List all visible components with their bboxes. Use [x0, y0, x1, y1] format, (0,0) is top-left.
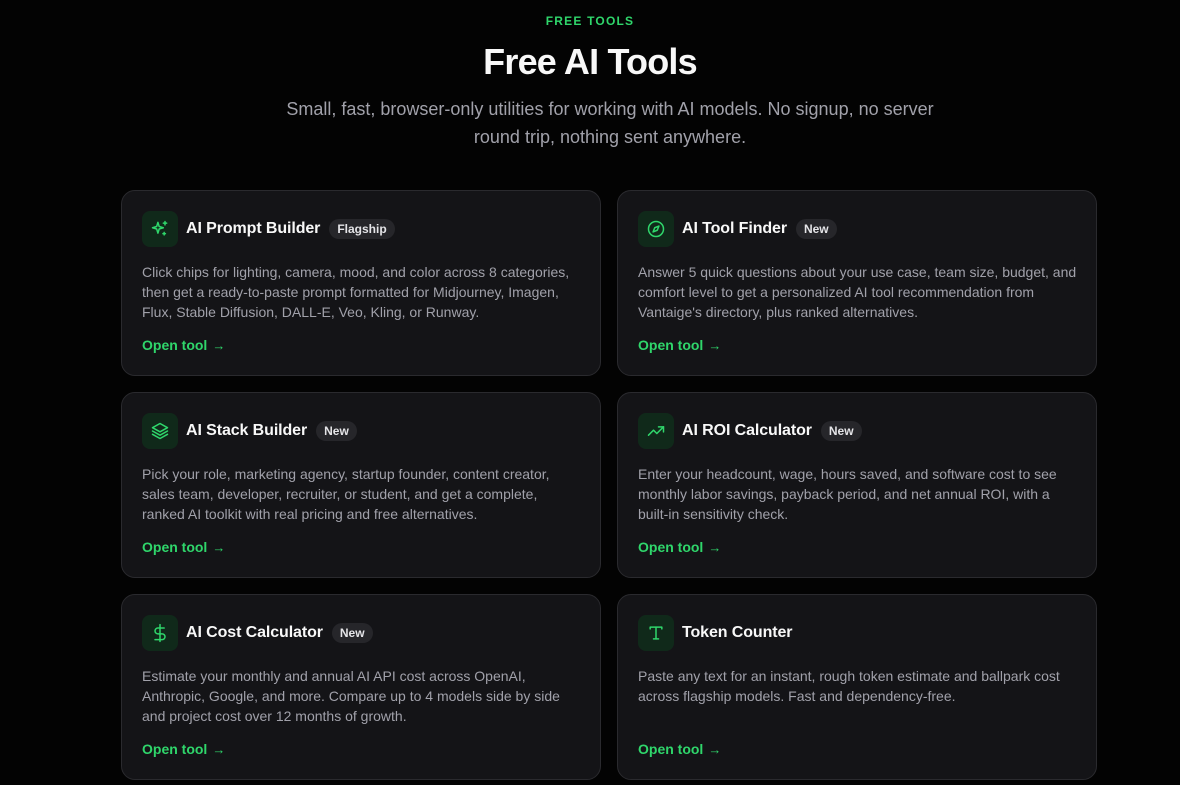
open-tool-link[interactable]: Open tool → [638, 539, 721, 555]
flagship-badge: Flagship [329, 219, 395, 239]
arrow-right-icon: → [708, 337, 722, 353]
open-tool-label: Open tool [142, 539, 208, 555]
open-tool-link[interactable]: Open tool → [638, 741, 721, 757]
open-tool-label: Open tool [142, 741, 208, 757]
card-header: Token Counter [638, 615, 1076, 651]
arrow-right-icon: → [708, 539, 722, 555]
card-description: Answer 5 quick questions about your use … [638, 264, 1077, 320]
card-title: AI Prompt Builder [186, 220, 321, 237]
arrow-right-icon: → [212, 741, 226, 757]
tool-card-token-counter[interactable]: Token Counter Paste any text for an inst… [617, 594, 1097, 780]
arrow-right-icon: → [212, 539, 226, 555]
eyebrow-label: FREE TOOLS [545, 14, 635, 28]
open-tool-link[interactable]: Open tool → [142, 539, 225, 555]
page-title: Free AI Tools [483, 41, 697, 82]
card-header: AI Tool Finder New [638, 211, 1076, 247]
card-header: AI Cost Calculator New [142, 615, 580, 651]
tool-card-ai-stack-builder[interactable]: AI Stack Builder New Pick your role, mar… [121, 392, 601, 578]
card-header: AI Prompt Builder Flagship [142, 211, 580, 247]
open-tool-label: Open tool [638, 337, 704, 353]
card-title: Token Counter [682, 624, 793, 641]
arrow-right-icon: → [212, 337, 226, 353]
new-badge: New [331, 623, 373, 643]
card-title: AI Stack Builder [186, 422, 308, 439]
card-description: Paste any text for an instant, rough tok… [638, 668, 1060, 704]
dollar-icon [142, 615, 178, 651]
open-tool-link[interactable]: Open tool → [142, 741, 225, 757]
tools-grid: AI Prompt Builder Flagship Click chips f… [121, 190, 1097, 780]
layers-icon [142, 413, 178, 449]
card-description: Enter your headcount, wage, hours saved,… [638, 466, 1057, 522]
page-subtitle: Small, fast, browser-only utilities for … [286, 99, 934, 147]
arrow-right-icon: → [708, 741, 722, 757]
new-badge: New [820, 421, 862, 441]
tool-card-ai-tool-finder[interactable]: AI Tool Finder New Answer 5 quick questi… [617, 190, 1097, 376]
card-title: AI ROI Calculator [682, 422, 812, 439]
open-tool-label: Open tool [142, 337, 208, 353]
card-header: AI Stack Builder New [142, 413, 580, 449]
sparkles-icon [142, 211, 178, 247]
open-tool-label: Open tool [638, 741, 704, 757]
tool-card-ai-roi-calculator[interactable]: AI ROI Calculator New Enter your headcou… [617, 392, 1097, 578]
tool-card-ai-prompt-builder[interactable]: AI Prompt Builder Flagship Click chips f… [121, 190, 601, 376]
new-badge: New [316, 421, 357, 441]
card-title: AI Cost Calculator [186, 624, 323, 641]
open-tool-label: Open tool [638, 539, 704, 555]
new-badge: New [795, 219, 837, 239]
tool-card-ai-cost-calculator[interactable]: AI Cost Calculator New Estimate your mon… [121, 594, 601, 780]
open-tool-link[interactable]: Open tool → [142, 337, 225, 353]
card-description: Click chips for lighting, camera, mood, … [142, 264, 570, 320]
trending-up-icon [638, 413, 674, 449]
card-header: AI ROI Calculator New [638, 413, 1076, 449]
card-title: AI Tool Finder [682, 220, 787, 237]
card-description: Pick your role, marketing agency, startu… [142, 466, 550, 522]
card-description: Estimate your monthly and annual AI API … [142, 668, 560, 724]
open-tool-link[interactable]: Open tool → [638, 337, 721, 353]
type-icon [638, 615, 674, 651]
compass-icon [638, 211, 674, 247]
